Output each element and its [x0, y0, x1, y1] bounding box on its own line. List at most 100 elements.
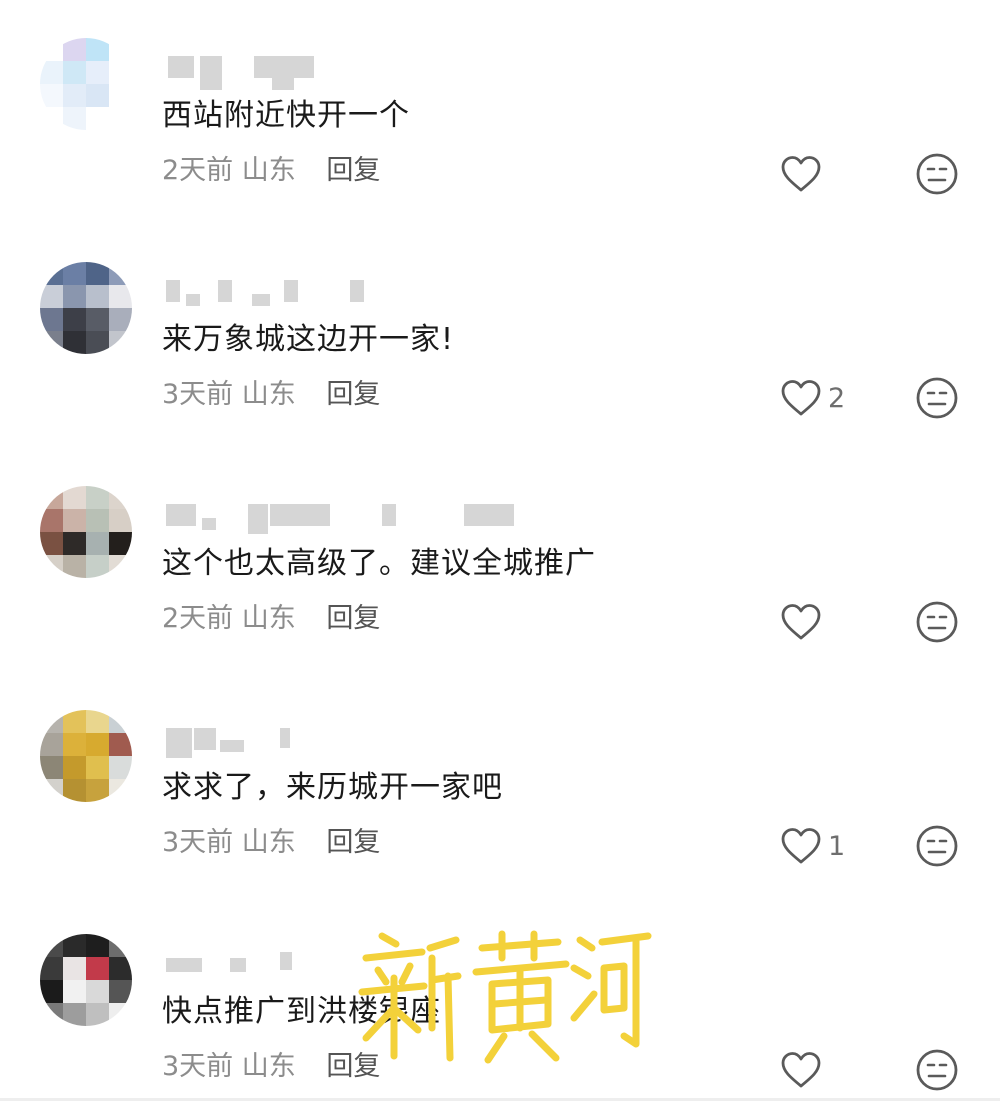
like-button[interactable]	[780, 153, 828, 195]
avatar-pixel	[86, 84, 109, 107]
avatar-pixel	[40, 331, 63, 354]
avatar-pixel	[63, 285, 86, 308]
avatar-pixel	[40, 262, 63, 285]
like-count: 1	[828, 830, 846, 862]
avatar[interactable]	[40, 710, 132, 802]
avatar-pixel	[40, 733, 63, 756]
avatar-pixel	[86, 957, 109, 980]
neutral-face-icon[interactable]	[915, 600, 959, 644]
comment-time: 3天前	[162, 379, 234, 410]
username-blurred[interactable]	[162, 280, 522, 306]
avatar-pixel	[109, 555, 132, 578]
avatar-pixel	[109, 308, 132, 331]
avatar-pixel	[63, 555, 86, 578]
reply-button[interactable]: 回复	[326, 827, 380, 858]
avatar-pixel	[40, 710, 63, 733]
avatar-pixel	[109, 262, 132, 285]
like-button[interactable]	[780, 601, 828, 643]
avatar-pixel	[40, 61, 63, 84]
avatar-pixel	[86, 1003, 109, 1026]
avatar-pixel	[86, 532, 109, 555]
comment-location: 山东	[241, 603, 296, 634]
avatar-pixel	[86, 61, 109, 84]
avatar-pixel	[40, 509, 63, 532]
avatar[interactable]	[40, 262, 132, 354]
like-button[interactable]: 1	[780, 825, 845, 867]
avatar-pixel	[63, 486, 86, 509]
heart-outline-icon	[781, 380, 821, 416]
avatar-pixel	[40, 107, 63, 130]
avatar-pixel	[109, 38, 132, 61]
avatar-pixel	[86, 934, 109, 957]
comment-item: 这个也太高级了。建议全城推广 2天前 山东 回复	[0, 448, 1000, 658]
avatar-pixel	[86, 285, 109, 308]
neutral-face-icon[interactable]	[915, 1048, 959, 1092]
heart-outline-icon	[781, 1052, 821, 1088]
comment-location: 山东	[241, 155, 296, 186]
avatar-pixel	[86, 262, 109, 285]
avatar-pixel	[63, 957, 86, 980]
neutral-face-icon[interactable]	[915, 376, 959, 420]
avatar-pixel	[63, 1003, 86, 1026]
comment-location: 山东	[241, 379, 296, 410]
avatar-pixel	[63, 733, 86, 756]
avatar-pixel	[86, 980, 109, 1003]
avatar-pixel	[63, 262, 86, 285]
avatar-pixel	[86, 331, 109, 354]
comment-text: 求求了，来历城开一家吧	[162, 770, 503, 805]
avatar-pixel	[40, 957, 63, 980]
avatar-pixel	[109, 107, 132, 130]
comment-time: 3天前	[162, 827, 234, 858]
reply-button[interactable]: 回复	[326, 603, 380, 634]
username-blurred[interactable]	[162, 504, 522, 534]
heart-outline-icon	[781, 156, 821, 192]
neutral-face-icon[interactable]	[915, 152, 959, 196]
reply-button[interactable]: 回复	[326, 379, 380, 410]
avatar-pixel	[86, 555, 109, 578]
avatar[interactable]	[40, 38, 132, 130]
reply-button[interactable]: 回复	[326, 155, 380, 186]
like-count: 2	[828, 382, 846, 414]
avatar[interactable]	[40, 486, 132, 578]
watermark-logo	[358, 930, 652, 1064]
avatar-pixel	[86, 486, 109, 509]
like-button[interactable]	[780, 1049, 828, 1091]
avatar-pixel	[109, 779, 132, 802]
neutral-face-icon[interactable]	[915, 824, 959, 868]
username-blurred[interactable]	[162, 728, 522, 758]
comment-item: 求求了，来历城开一家吧 3天前 山东 回复 1	[0, 672, 1000, 882]
avatar-pixel	[86, 38, 109, 61]
username-blurred[interactable]	[162, 56, 522, 90]
avatar-pixel	[109, 710, 132, 733]
avatar-pixel	[109, 733, 132, 756]
heart-outline-icon	[781, 828, 821, 864]
avatar-pixel	[86, 308, 109, 331]
comment-meta: 3天前 山东 回复	[162, 1049, 380, 1085]
avatar-pixel	[40, 779, 63, 802]
like-button[interactable]: 2	[780, 377, 845, 419]
avatar-pixel	[109, 331, 132, 354]
avatar-pixel	[63, 38, 86, 61]
avatar-pixel	[86, 756, 109, 779]
avatar-pixel	[86, 779, 109, 802]
comment-time: 2天前	[162, 603, 234, 634]
avatar-pixel	[63, 756, 86, 779]
avatar-pixel	[63, 84, 86, 107]
avatar-pixel	[63, 308, 86, 331]
avatar-pixel	[40, 934, 63, 957]
avatar[interactable]	[40, 934, 132, 1026]
heart-outline-icon	[781, 604, 821, 640]
avatar-pixel	[40, 1003, 63, 1026]
comment-text: 这个也太高级了。建议全城推广	[162, 546, 596, 581]
comment-item: 来万象城这边开一家! 3天前 山东 回复 2	[0, 224, 1000, 434]
comment-text: 西站附近快开一个	[162, 98, 410, 133]
avatar-pixel	[86, 509, 109, 532]
avatar-pixel	[63, 107, 86, 130]
comment-location: 山东	[241, 1051, 296, 1082]
avatar-pixel	[63, 532, 86, 555]
comment-meta: 2天前 山东 回复	[162, 153, 380, 189]
avatar-pixel	[86, 107, 109, 130]
avatar-pixel	[63, 779, 86, 802]
comment-text: 来万象城这边开一家!	[162, 322, 455, 357]
avatar-pixel	[109, 61, 132, 84]
